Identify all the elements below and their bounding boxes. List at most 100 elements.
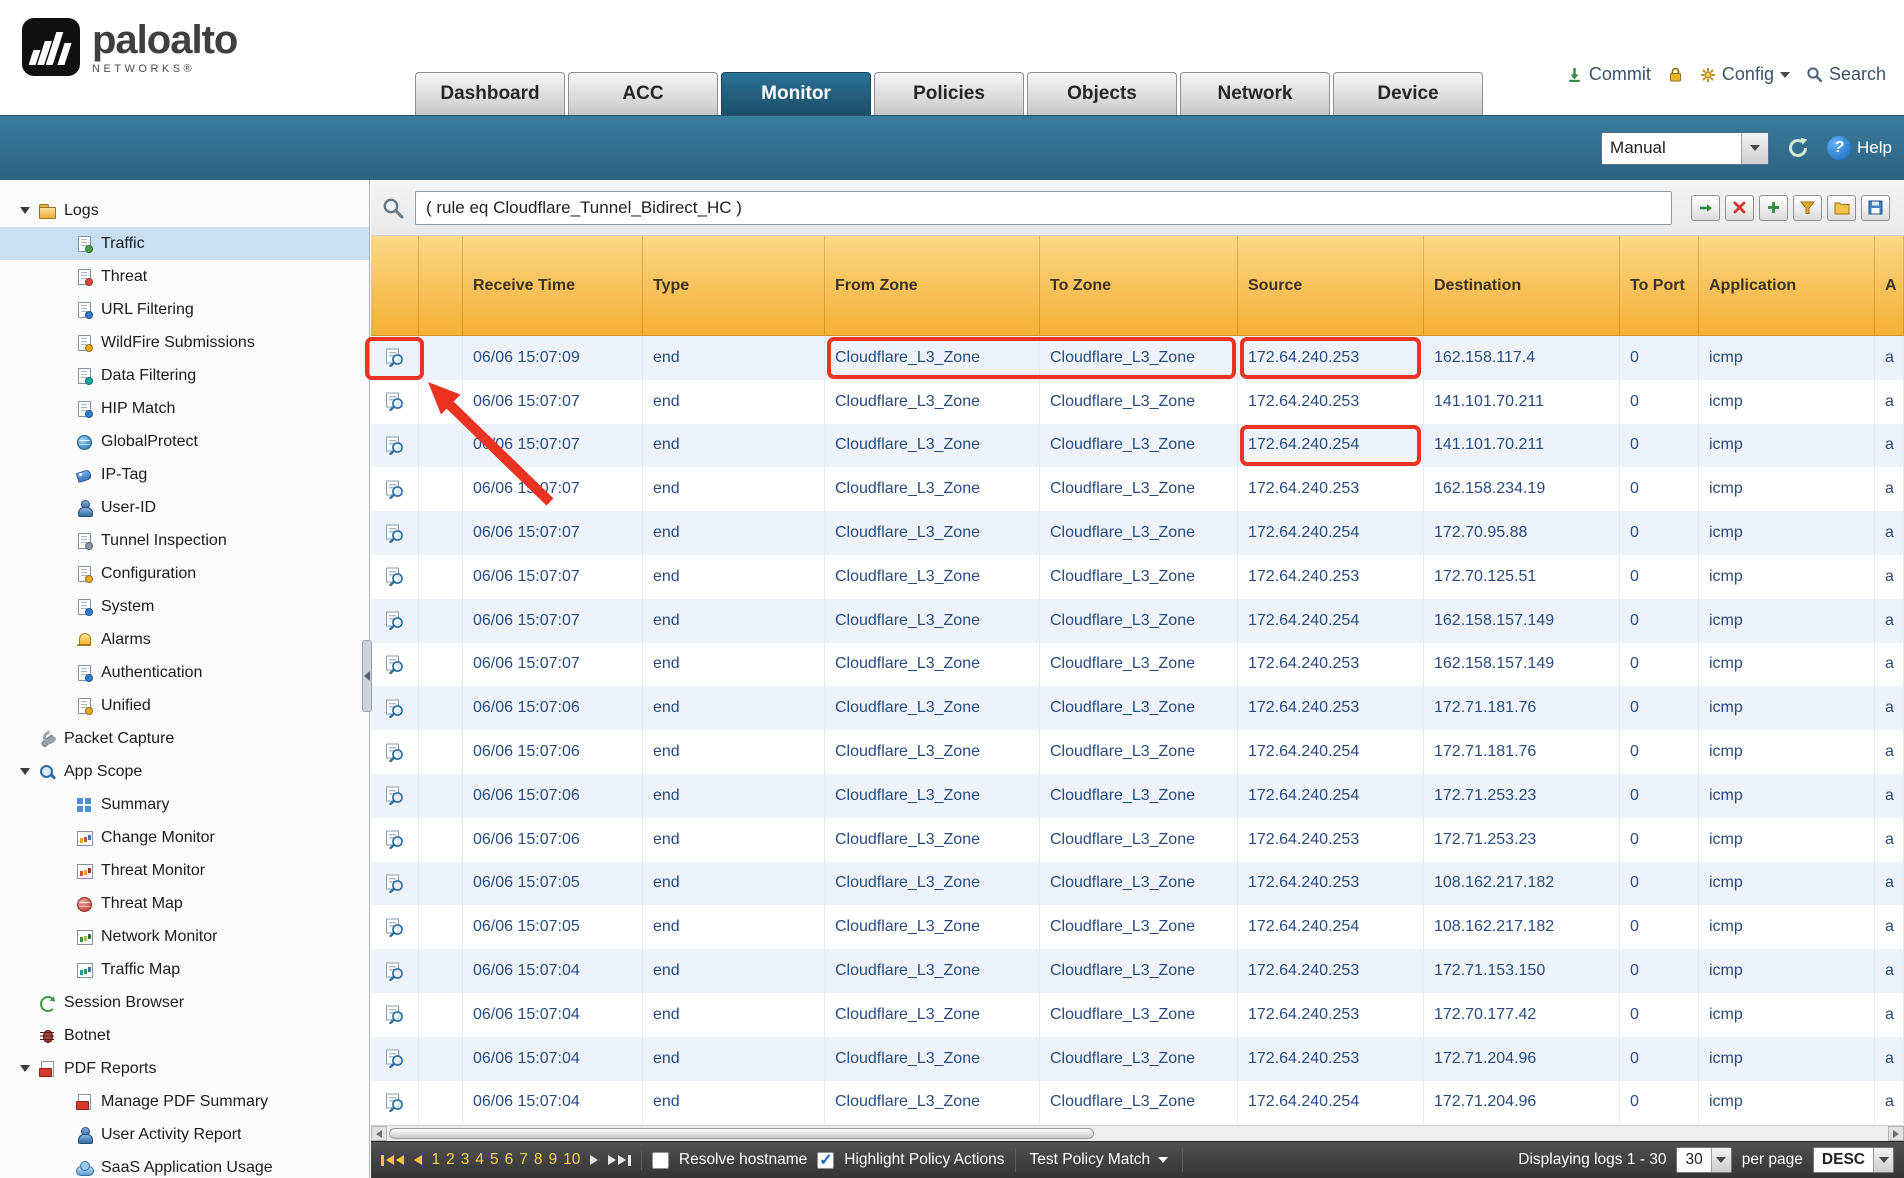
- sidebar-item-manage-pdf-summary[interactable]: Manage PDF Summary: [0, 1085, 369, 1118]
- refresh-button[interactable]: [1783, 133, 1813, 163]
- page-number[interactable]: 6: [505, 1151, 514, 1169]
- sidebar-item-hip-match[interactable]: HIP Match: [0, 392, 369, 425]
- table-row[interactable]: 06/06 15:07:06 end Cloudflare_L3_Zone Cl…: [371, 818, 1904, 862]
- log-detail-icon[interactable]: [385, 962, 405, 981]
- help-button[interactable]: ? Help: [1827, 136, 1892, 160]
- column-to-port[interactable]: To Port: [1620, 236, 1699, 335]
- sidebar-item-alarms[interactable]: Alarms: [0, 623, 369, 656]
- page-number[interactable]: 5: [490, 1151, 499, 1169]
- log-filter-input[interactable]: [415, 191, 1672, 225]
- add-filter-button[interactable]: [1759, 195, 1788, 221]
- table-row[interactable]: 06/06 15:07:06 end Cloudflare_L3_Zone Cl…: [371, 686, 1904, 730]
- config-button[interactable]: Config: [1700, 64, 1790, 85]
- log-detail-icon[interactable]: [385, 1005, 405, 1024]
- table-row[interactable]: 06/06 15:07:06 end Cloudflare_L3_Zone Cl…: [371, 730, 1904, 774]
- expand-triangle-icon[interactable]: [20, 1065, 31, 1072]
- page-number[interactable]: 9: [549, 1151, 558, 1169]
- scrollbar-thumb[interactable]: [389, 1128, 1094, 1139]
- sidebar-collapse-handle[interactable]: [362, 640, 372, 712]
- sidebar-item-system[interactable]: System: [0, 590, 369, 623]
- page-number[interactable]: 3: [461, 1151, 470, 1169]
- log-detail-icon[interactable]: [385, 918, 405, 937]
- table-row[interactable]: 06/06 15:07:07 end Cloudflare_L3_Zone Cl…: [371, 467, 1904, 511]
- table-row[interactable]: 06/06 15:07:07 end Cloudflare_L3_Zone Cl…: [371, 555, 1904, 599]
- tab-network[interactable]: Network: [1180, 72, 1330, 115]
- sidebar-item-summary[interactable]: Summary: [0, 788, 369, 821]
- log-detail-icon[interactable]: [385, 699, 405, 718]
- sidebar-item-logs[interactable]: Logs: [0, 194, 369, 227]
- export-logs-button[interactable]: [1861, 195, 1890, 221]
- edit-filter-button[interactable]: [1793, 195, 1822, 221]
- sidebar-item-configuration[interactable]: Configuration: [0, 557, 369, 590]
- column-source[interactable]: Source: [1238, 236, 1424, 335]
- column-application[interactable]: Application: [1699, 236, 1875, 335]
- highlight-policy-actions-checkbox[interactable]: [817, 1152, 834, 1169]
- table-row[interactable]: 06/06 15:07:07 end Cloudflare_L3_Zone Cl…: [371, 380, 1904, 424]
- tab-policies[interactable]: Policies: [874, 72, 1024, 115]
- log-detail-icon[interactable]: [385, 480, 405, 499]
- sort-order-select[interactable]: DESC: [1813, 1147, 1894, 1173]
- column-from-zone[interactable]: From Zone: [825, 236, 1040, 335]
- commit-button[interactable]: Commit: [1566, 64, 1651, 85]
- tab-acc[interactable]: ACC: [568, 72, 718, 115]
- sidebar-item-authentication[interactable]: Authentication: [0, 656, 369, 689]
- sidebar-item-network-monitor[interactable]: Network Monitor: [0, 920, 369, 953]
- log-detail-icon[interactable]: [385, 611, 405, 630]
- log-detail-icon[interactable]: [385, 392, 405, 411]
- sidebar-item-user-activity-report[interactable]: User Activity Report: [0, 1118, 369, 1151]
- table-row[interactable]: 06/06 15:07:06 end Cloudflare_L3_Zone Cl…: [371, 774, 1904, 818]
- table-row[interactable]: 06/06 15:07:07 end Cloudflare_L3_Zone Cl…: [371, 424, 1904, 468]
- table-row[interactable]: 06/06 15:07:07 end Cloudflare_L3_Zone Cl…: [371, 643, 1904, 687]
- log-detail-icon[interactable]: [385, 1093, 405, 1112]
- log-detail-icon[interactable]: [385, 348, 405, 367]
- column-receive-time[interactable]: Receive Time: [463, 236, 643, 335]
- test-policy-match-button[interactable]: Test Policy Match: [1015, 1148, 1184, 1172]
- lock-button[interactable]: [1667, 66, 1684, 83]
- prev-page-button[interactable]: [414, 1155, 422, 1165]
- horizontal-scrollbar[interactable]: [371, 1125, 1904, 1141]
- sidebar-item-packet-capture[interactable]: Packet Capture: [0, 722, 369, 755]
- sidebar-item-threat[interactable]: Threat: [0, 260, 369, 293]
- column-action[interactable]: A: [1875, 236, 1904, 335]
- page-number[interactable]: 2: [446, 1151, 455, 1169]
- tab-device[interactable]: Device: [1333, 72, 1483, 115]
- load-filter-button[interactable]: [1827, 195, 1856, 221]
- sidebar-item-pdf-reports[interactable]: PDF Reports: [0, 1052, 369, 1085]
- log-detail-icon[interactable]: [385, 830, 405, 849]
- sidebar-item-app-scope[interactable]: App Scope: [0, 755, 369, 788]
- sidebar-item-threat-monitor[interactable]: Threat Monitor: [0, 854, 369, 887]
- apply-filter-button[interactable]: [1691, 195, 1720, 221]
- sidebar-item-session-browser[interactable]: Session Browser: [0, 986, 369, 1019]
- table-row[interactable]: 06/06 15:07:04 end Cloudflare_L3_Zone Cl…: [371, 1037, 1904, 1081]
- table-row[interactable]: 06/06 15:07:05 end Cloudflare_L3_Zone Cl…: [371, 905, 1904, 949]
- sidebar-item-traffic[interactable]: Traffic: [0, 227, 369, 260]
- scroll-right-button[interactable]: [1888, 1126, 1904, 1141]
- table-row[interactable]: 06/06 15:07:07 end Cloudflare_L3_Zone Cl…: [371, 511, 1904, 555]
- resolve-hostname-checkbox[interactable]: [652, 1152, 669, 1169]
- next-page-button[interactable]: [590, 1155, 598, 1165]
- sidebar-item-traffic-map[interactable]: Traffic Map: [0, 953, 369, 986]
- refresh-interval-select[interactable]: Manual: [1601, 132, 1769, 165]
- expand-triangle-icon[interactable]: [20, 768, 31, 775]
- table-row[interactable]: 06/06 15:07:09 end Cloudflare_L3_Zone Cl…: [371, 336, 1904, 380]
- refresh-interval-caret[interactable]: [1741, 133, 1768, 164]
- first-page-button[interactable]: [381, 1155, 404, 1166]
- sidebar-item-unified[interactable]: Unified: [0, 689, 369, 722]
- log-detail-icon[interactable]: [385, 1049, 405, 1068]
- log-detail-icon[interactable]: [385, 524, 405, 543]
- page-size-select[interactable]: 30: [1676, 1147, 1731, 1173]
- table-row[interactable]: 06/06 15:07:04 end Cloudflare_L3_Zone Cl…: [371, 1081, 1904, 1125]
- page-number[interactable]: 7: [519, 1151, 528, 1169]
- sidebar-item-ip-tag[interactable]: IP-Tag: [0, 458, 369, 491]
- table-row[interactable]: 06/06 15:07:07 end Cloudflare_L3_Zone Cl…: [371, 599, 1904, 643]
- sidebar-item-globalprotect[interactable]: GlobalProtect: [0, 425, 369, 458]
- tab-monitor[interactable]: Monitor: [721, 72, 871, 115]
- sidebar-item-wildfire-submissions[interactable]: WildFire Submissions: [0, 326, 369, 359]
- sidebar-item-threat-map[interactable]: Threat Map: [0, 887, 369, 920]
- sidebar-item-tunnel-inspection[interactable]: Tunnel Inspection: [0, 524, 369, 557]
- sidebar-item-change-monitor[interactable]: Change Monitor: [0, 821, 369, 854]
- table-row[interactable]: 06/06 15:07:04 end Cloudflare_L3_Zone Cl…: [371, 993, 1904, 1037]
- log-detail-icon[interactable]: [385, 743, 405, 762]
- page-number[interactable]: 1: [432, 1151, 441, 1169]
- table-row[interactable]: 06/06 15:07:04 end Cloudflare_L3_Zone Cl…: [371, 949, 1904, 993]
